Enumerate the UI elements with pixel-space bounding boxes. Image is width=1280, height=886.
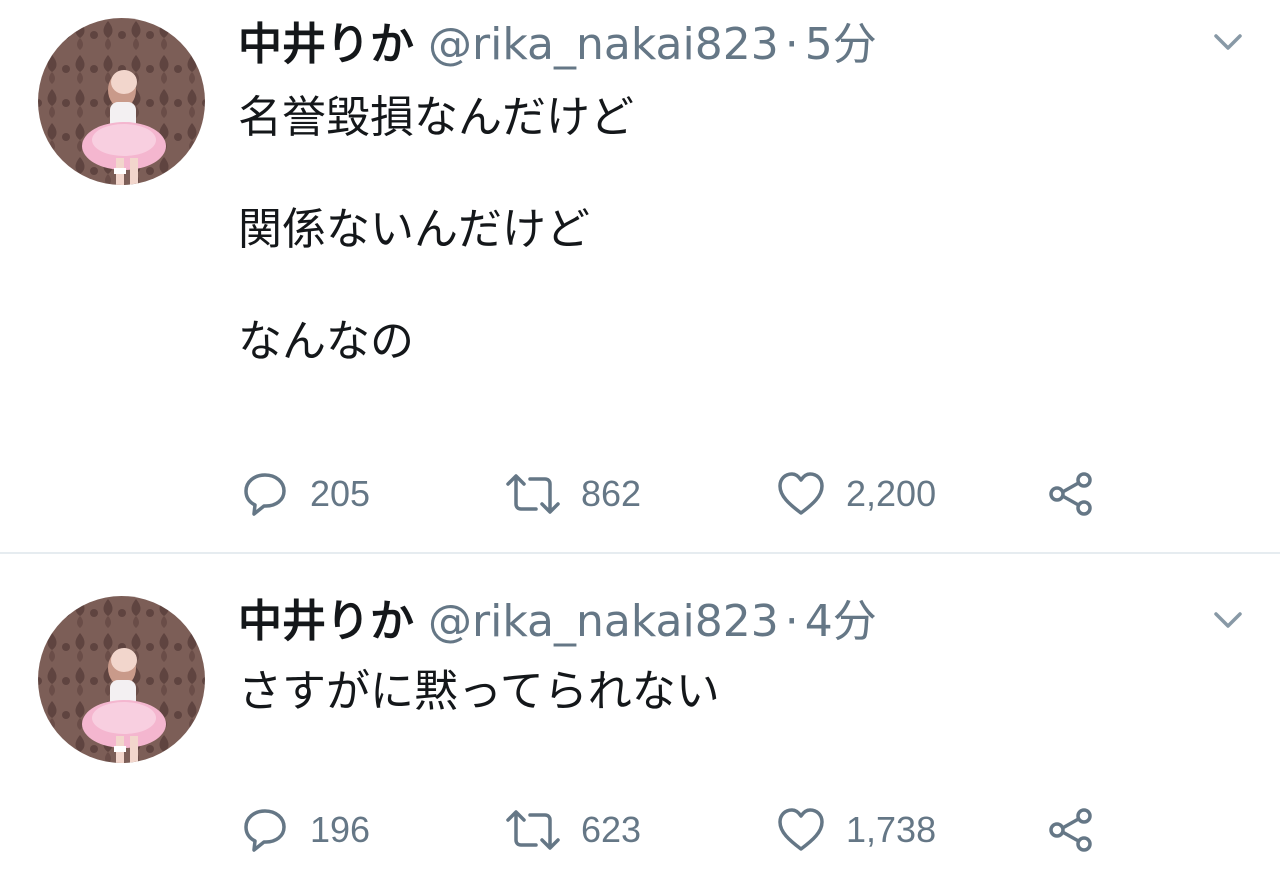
- reply-icon: [244, 809, 286, 852]
- chevron-down-icon[interactable]: [1210, 24, 1246, 60]
- reply-button[interactable]: 205: [240, 464, 370, 524]
- share-icon: [1049, 472, 1092, 516]
- avatar[interactable]: [38, 596, 205, 763]
- share-button[interactable]: [1046, 800, 1096, 860]
- timestamp[interactable]: 4分: [805, 596, 877, 647]
- display-name[interactable]: 中井りか: [238, 596, 414, 647]
- separator-dot: ·: [784, 596, 799, 647]
- tweet[interactable]: 中井りか @rika_nakai823 · 5分 名誉毀損なんだけど 関係ないんだけ…: [0, 0, 1280, 553]
- retweet-count: 623: [581, 809, 642, 850]
- timeline: 中井りか @rika_nakai823 · 5分 名誉毀損なんだけど 関係ないんだけ…: [0, 0, 1280, 886]
- tweet-header: 中井りか @rika_nakai823 · 5分: [238, 17, 877, 73]
- avatar-photo: [38, 18, 205, 185]
- display-name[interactable]: 中井りか: [238, 19, 414, 70]
- heart-icon: [778, 808, 824, 851]
- avatar[interactable]: [38, 18, 205, 185]
- heart-icon: [778, 472, 824, 515]
- retweet-count: 862: [581, 473, 642, 514]
- avatar-photo: [38, 596, 205, 763]
- tweet-actions: 205 862 2,200: [0, 464, 1280, 524]
- share-button[interactable]: [1046, 464, 1096, 524]
- reply-icon: [244, 473, 286, 516]
- tweet-text: 名誉毀損なんだけど 関係ないんだけど なんなの: [238, 92, 634, 367]
- tweet[interactable]: 中井りか @rika_nakai823·4分 さすがに黙ってられない 196: [0, 554, 1280, 886]
- reply-button[interactable]: 196: [240, 800, 370, 860]
- share-icon: [1049, 808, 1092, 852]
- tweet-actions: 196 623 1,738: [0, 800, 1280, 860]
- like-count: 1,738: [846, 809, 937, 850]
- reply-count: 205: [310, 473, 371, 514]
- retweet-icon: [506, 810, 560, 850]
- like-button[interactable]: 2,200: [776, 464, 936, 524]
- reply-count: 196: [310, 809, 371, 850]
- retweet-icon: [506, 474, 560, 514]
- retweet-button[interactable]: 862: [505, 464, 641, 524]
- retweet-button[interactable]: 623: [505, 800, 641, 860]
- tweet-text: さすがに黙ってられない: [238, 666, 720, 717]
- user-handle[interactable]: @rika_nakai823: [428, 596, 779, 647]
- like-button[interactable]: 1,738: [776, 800, 936, 860]
- like-count: 2,200: [846, 473, 937, 514]
- timestamp[interactable]: 5分: [805, 19, 877, 70]
- tweet-header: 中井りか @rika_nakai823 · 4分: [238, 594, 877, 650]
- chevron-down-icon[interactable]: [1210, 602, 1246, 638]
- separator-dot: ·: [784, 19, 799, 70]
- user-handle[interactable]: @rika_nakai823: [428, 19, 779, 70]
